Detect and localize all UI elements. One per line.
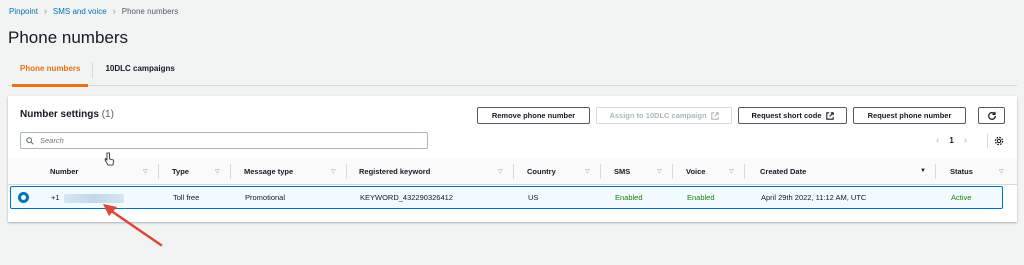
col-divider (672, 164, 673, 179)
cell-created-date: April 29th 2022, 11:12 AM, UTC (761, 193, 867, 202)
cell-type: Toll free (173, 193, 200, 202)
breadcrumb: Pinpoint › SMS and voice › Phone numbers (9, 6, 178, 16)
pager-divider (987, 134, 988, 148)
chevron-right-icon: › (43, 6, 47, 16)
external-link-icon (710, 111, 719, 120)
sort-icon[interactable]: ▽ (215, 168, 220, 175)
sort-icon[interactable]: ▽ (657, 168, 662, 175)
col-message-type[interactable]: Message type (244, 158, 293, 185)
request-short-code-button[interactable]: Request short code (738, 107, 847, 124)
phone-numbers-table: Number ▽ Type ▽ Message type ▽ Registere… (8, 158, 1017, 209)
col-registered-keyword[interactable]: Registered keyword (359, 158, 430, 185)
col-divider (513, 164, 514, 179)
search-icon (26, 136, 34, 145)
assign-label: Assign to 10DLC campaign (609, 111, 707, 120)
col-divider (744, 164, 745, 179)
refresh-button[interactable] (978, 107, 1005, 124)
col-divider (158, 164, 159, 179)
short-code-label: Request short code (751, 111, 822, 120)
col-divider (600, 164, 601, 179)
remove-label: Remove phone number (491, 111, 576, 120)
gear-icon[interactable] (994, 136, 1004, 146)
sort-icon[interactable]: ▽ (498, 168, 503, 175)
row-select-radio[interactable] (18, 192, 29, 203)
page-number[interactable]: 1 (949, 136, 953, 145)
col-voice[interactable]: Voice (686, 158, 705, 185)
remove-phone-number-button[interactable]: Remove phone number (477, 107, 590, 124)
panel-title-text: Number settings (20, 109, 99, 120)
cursor-icon (104, 152, 114, 166)
col-divider (935, 164, 936, 179)
assign-10dlc-button[interactable]: Assign to 10DLC campaign (596, 107, 732, 124)
tab-phone-numbers[interactable]: Phone numbers (8, 58, 92, 87)
col-type[interactable]: Type (172, 158, 189, 185)
panel-count: (1) (101, 109, 114, 120)
cell-sms: Enabled (615, 193, 643, 202)
number-prefix: +1 (51, 193, 60, 202)
tab-bar: Phone numbers 10DLC campaigns (8, 58, 1017, 87)
col-divider (230, 164, 231, 179)
request-label: Request phone number (867, 111, 952, 120)
sort-icon[interactable]: ▽ (143, 168, 148, 175)
col-country[interactable]: Country (527, 158, 556, 185)
col-status[interactable]: Status (950, 158, 973, 185)
cell-keyword: KEYWORD_432290326412 (360, 193, 453, 202)
cell-voice: Enabled (687, 193, 715, 202)
refresh-icon (987, 111, 996, 120)
cell-country: US (528, 193, 539, 202)
pagination: ‹ 1 › (936, 135, 967, 146)
request-phone-number-button[interactable]: Request phone number (853, 107, 966, 124)
chevron-right-icon: › (112, 6, 116, 16)
breadcrumb-current: Phone numbers (121, 6, 179, 16)
breadcrumb-sms-voice[interactable]: SMS and voice (53, 7, 107, 16)
col-sms[interactable]: SMS (614, 158, 630, 185)
search-input-wrapper (20, 132, 428, 149)
col-created-date[interactable]: Created Date (760, 158, 806, 185)
col-number[interactable]: Number (50, 158, 78, 185)
page-title: Phone numbers (8, 28, 129, 47)
prev-page-icon[interactable]: ‹ (936, 135, 939, 146)
breadcrumb-pinpoint[interactable]: Pinpoint (9, 7, 38, 16)
col-divider (346, 164, 347, 179)
tab-10dlc-campaigns[interactable]: 10DLC campaigns (93, 58, 186, 86)
external-link-icon (825, 111, 834, 120)
panel-title: Number settings (1) (20, 109, 114, 120)
annotation-arrow-icon (103, 204, 163, 247)
sort-icon[interactable]: ▽ (331, 168, 336, 175)
search-input[interactable] (40, 136, 410, 145)
table-header: Number ▽ Type ▽ Message type ▽ Registere… (8, 158, 1017, 185)
sort-descending-icon[interactable]: ▼ (920, 168, 926, 174)
next-page-icon[interactable]: › (964, 135, 967, 146)
cell-message-type: Promotional (245, 193, 286, 202)
sort-icon[interactable]: ▽ (999, 168, 1004, 175)
cell-status: Active (951, 193, 972, 202)
sort-icon[interactable]: ▽ (585, 168, 590, 175)
sort-icon[interactable]: ▽ (729, 168, 734, 175)
